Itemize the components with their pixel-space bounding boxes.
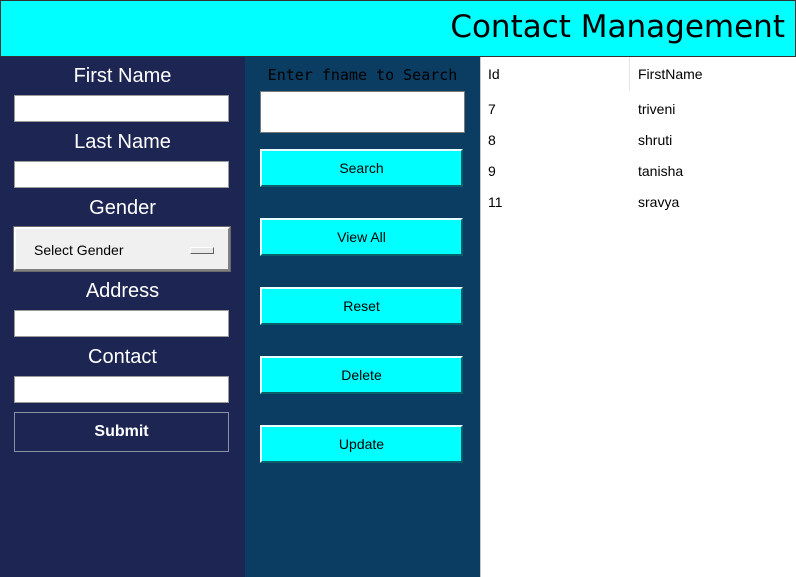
cell-id: 9 bbox=[488, 163, 496, 179]
delete-button[interactable]: Delete bbox=[260, 356, 463, 394]
update-button[interactable]: Update bbox=[260, 425, 463, 463]
table-row[interactable]: 7 triveni bbox=[481, 101, 796, 126]
gender-select[interactable]: Select Gender bbox=[13, 226, 231, 272]
cell-id: 8 bbox=[488, 132, 496, 148]
first-name-field[interactable] bbox=[14, 95, 229, 122]
contact-field[interactable] bbox=[14, 376, 229, 403]
page-title: Contact Management bbox=[450, 9, 785, 45]
cell-firstname: tanisha bbox=[638, 163, 684, 179]
cell-id: 7 bbox=[488, 101, 496, 117]
contact-label: Contact bbox=[88, 346, 157, 368]
address-field[interactable] bbox=[14, 310, 229, 337]
cell-firstname: shruti bbox=[638, 132, 673, 148]
search-button[interactable]: Search bbox=[260, 149, 463, 187]
cell-id: 11 bbox=[488, 194, 503, 210]
reset-button[interactable]: Reset bbox=[260, 287, 463, 325]
contacts-table: Id FirstName 7 triveni 8 shruti 9 tanish… bbox=[480, 57, 796, 577]
contact-form-panel: First Name Last Name Gender Select Gende… bbox=[0, 57, 245, 577]
search-input[interactable] bbox=[260, 91, 465, 133]
last-name-label: Last Name bbox=[74, 131, 171, 153]
column-divider[interactable] bbox=[629, 57, 630, 91]
dropdown-indicator-icon bbox=[190, 247, 214, 254]
first-name-label: First Name bbox=[73, 65, 172, 87]
table-row[interactable]: 8 shruti bbox=[481, 132, 796, 157]
search-label: Enter fname to Search bbox=[267, 66, 458, 84]
title-bar: Contact Management bbox=[0, 0, 796, 57]
column-header-id[interactable]: Id bbox=[488, 66, 500, 82]
search-panel: Enter fname to Search Search View All Re… bbox=[245, 57, 480, 577]
column-header-firstname[interactable]: FirstName bbox=[638, 66, 703, 82]
address-label: Address bbox=[85, 280, 160, 302]
table-row[interactable]: 11 sravya bbox=[481, 194, 796, 219]
view-all-button[interactable]: View All bbox=[260, 218, 463, 256]
gender-select-value: Select Gender bbox=[34, 242, 124, 258]
last-name-field[interactable] bbox=[14, 161, 229, 188]
submit-button[interactable]: Submit bbox=[14, 412, 229, 452]
cell-firstname: triveni bbox=[638, 101, 676, 117]
cell-firstname: sravya bbox=[638, 194, 680, 210]
table-row[interactable]: 9 tanisha bbox=[481, 163, 796, 188]
gender-label: Gender bbox=[89, 197, 156, 219]
